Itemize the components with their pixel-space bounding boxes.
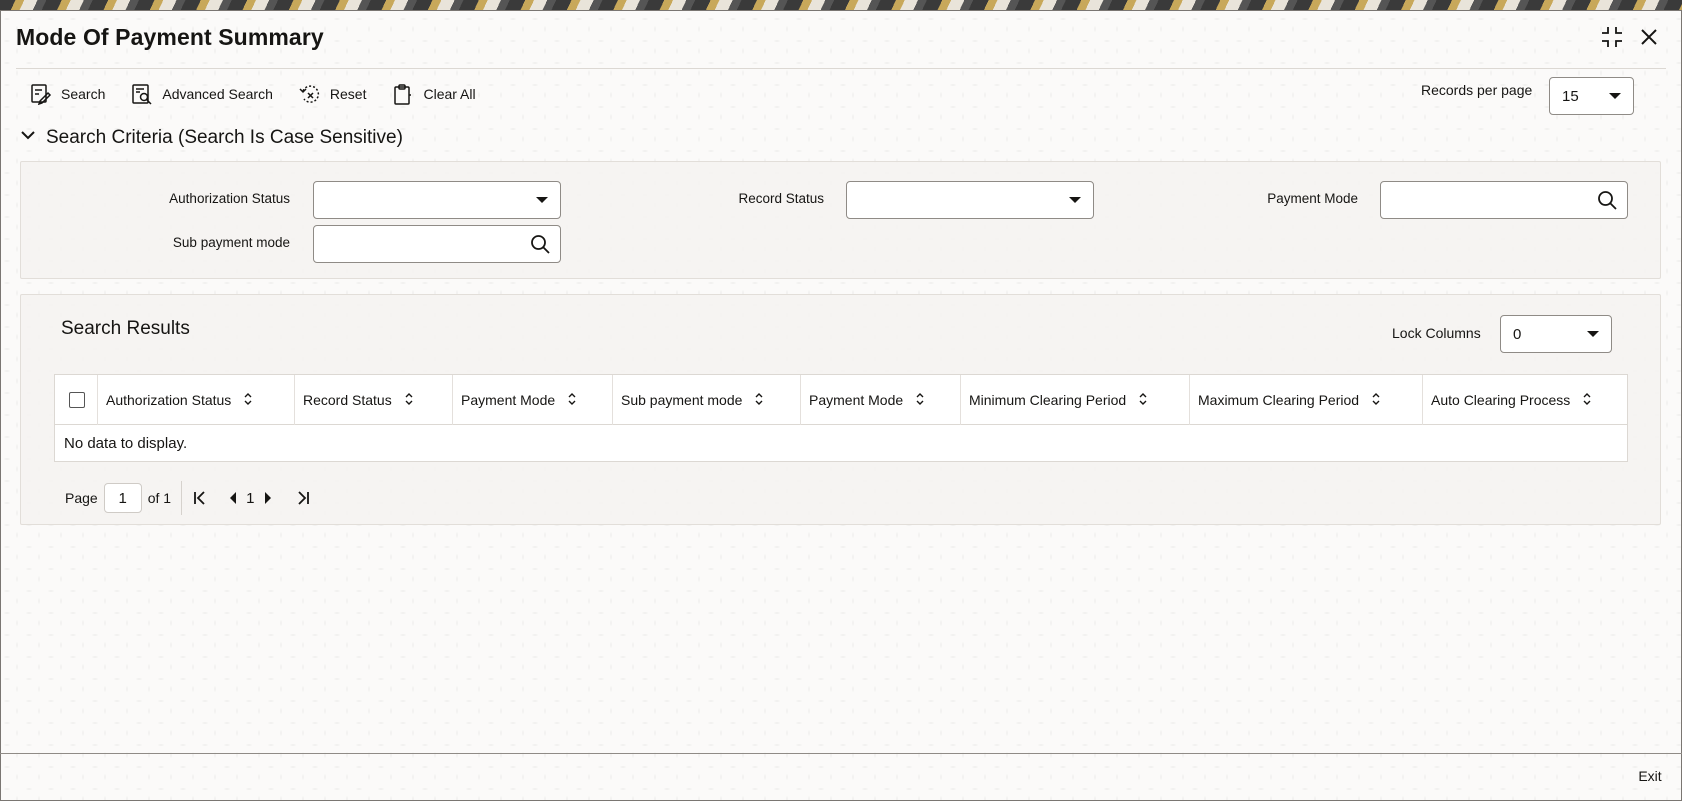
- page-title: Mode Of Payment Summary: [16, 24, 324, 50]
- lock-columns-select[interactable]: 0: [1500, 315, 1612, 353]
- clipboard-icon: [392, 83, 414, 105]
- records-per-page-value: 15: [1562, 87, 1579, 105]
- select-all-column: [55, 375, 98, 425]
- search-results-title: Search Results: [61, 318, 190, 339]
- reset-icon: [299, 83, 321, 105]
- page-of-label: of 1: [147, 490, 172, 506]
- chevron-down-icon: [20, 127, 36, 149]
- search-icon[interactable]: [530, 234, 550, 259]
- collapse-arrows-icon: [1601, 26, 1623, 53]
- advanced-search-icon: [131, 83, 153, 105]
- first-page-icon[interactable]: [192, 490, 208, 506]
- close-button[interactable]: [1636, 26, 1662, 52]
- search-criteria-heading: Search Criteria (Search Is Case Sensitiv…: [46, 127, 403, 148]
- column-label: Maximum Clearing Period: [1198, 392, 1360, 408]
- reset-label: Reset: [329, 86, 367, 102]
- pagination-divider: [181, 481, 183, 515]
- column-header-sub-payment-mode[interactable]: Sub payment mode: [613, 375, 801, 425]
- close-icon: [1640, 28, 1658, 51]
- sort-icon[interactable]: [567, 392, 577, 409]
- record-status-select[interactable]: [846, 181, 1094, 219]
- column-label: Authorization Status: [106, 392, 232, 408]
- exit-button[interactable]: Exit: [1628, 763, 1672, 789]
- lock-columns-value: 0: [1513, 325, 1522, 343]
- column-header-record-status[interactable]: Record Status: [295, 375, 453, 425]
- footer-divider: [0, 753, 1682, 754]
- search-icon[interactable]: [1597, 190, 1617, 215]
- next-page-icon[interactable]: [263, 491, 273, 505]
- chevron-down-icon: [1587, 331, 1599, 337]
- column-label: Auto Clearing Process: [1431, 392, 1571, 408]
- last-page-icon[interactable]: [295, 490, 311, 506]
- sub-payment-mode-label: Sub payment mode: [172, 235, 290, 250]
- search-criteria-panel: [20, 161, 1661, 279]
- sort-icon[interactable]: [404, 392, 414, 409]
- column-label: Payment Mode: [809, 392, 904, 408]
- column-header-maximum-clearing-period[interactable]: Maximum Clearing Period: [1190, 375, 1423, 425]
- sort-icon[interactable]: [243, 392, 253, 409]
- results-table: Authorization Status Record Status Payme…: [54, 374, 1628, 462]
- search-button-label: Search: [61, 86, 106, 102]
- sort-icon[interactable]: [754, 392, 764, 409]
- payment-mode-input[interactable]: [1380, 181, 1628, 219]
- header-divider: [16, 68, 1666, 69]
- authorization-status-label: Authorization Status: [169, 191, 290, 206]
- record-status-label: Record Status: [738, 191, 824, 206]
- column-label: Record Status: [303, 392, 392, 408]
- sub-payment-mode-input[interactable]: [313, 225, 561, 263]
- page-label: Page: [65, 490, 98, 506]
- table-header-row: Authorization Status Record Status Payme…: [55, 375, 1627, 425]
- reset-button[interactable]: Reset: [299, 80, 367, 108]
- column-label: Sub payment mode: [621, 392, 743, 408]
- search-criteria-toggle[interactable]: Search Criteria (Search Is Case Sensitiv…: [20, 127, 403, 149]
- records-per-page-select[interactable]: 15: [1549, 77, 1634, 115]
- pagination: Page 1 of 1 1: [65, 481, 311, 515]
- column-header-minimum-clearing-period[interactable]: Minimum Clearing Period: [961, 375, 1190, 425]
- search-form-icon: [30, 83, 52, 105]
- header-banner-strip: [0, 0, 1682, 10]
- column-label: Minimum Clearing Period: [969, 392, 1127, 408]
- authorization-status-select[interactable]: [313, 181, 561, 219]
- sort-icon[interactable]: [1138, 392, 1148, 409]
- select-all-checkbox[interactable]: [69, 392, 85, 408]
- chevron-down-icon: [1069, 197, 1081, 203]
- payment-mode-label: Payment Mode: [1267, 191, 1358, 206]
- column-label: Payment Mode: [461, 392, 556, 408]
- search-button[interactable]: Search: [30, 80, 105, 108]
- maximize-button[interactable]: [1599, 26, 1625, 52]
- column-header-auto-clearing-process[interactable]: Auto Clearing Process: [1423, 375, 1627, 425]
- sort-icon[interactable]: [1582, 392, 1592, 409]
- advanced-search-label: Advanced Search: [162, 86, 273, 102]
- current-page-number[interactable]: 1: [246, 490, 254, 507]
- lock-columns-label: Lock Columns: [1392, 325, 1481, 341]
- sort-icon[interactable]: [915, 392, 925, 409]
- previous-page-icon[interactable]: [228, 491, 238, 505]
- advanced-search-button[interactable]: Advanced Search: [131, 80, 273, 108]
- column-header-authorization-status[interactable]: Authorization Status: [98, 375, 295, 425]
- clear-all-label: Clear All: [423, 86, 476, 102]
- column-header-payment-mode-2[interactable]: Payment Mode: [801, 375, 961, 425]
- sort-icon[interactable]: [1371, 392, 1381, 409]
- toolbar: Search Advanced Search Reset Clear All: [30, 80, 476, 108]
- clear-all-button[interactable]: Clear All: [392, 80, 476, 108]
- empty-table-message: No data to display.: [64, 435, 188, 452]
- records-per-page-label: Records per page: [1421, 82, 1533, 98]
- page-number-input[interactable]: 1: [103, 483, 142, 513]
- chevron-down-icon: [1609, 93, 1621, 99]
- chevron-down-icon: [536, 197, 548, 203]
- column-header-payment-mode[interactable]: Payment Mode: [453, 375, 613, 425]
